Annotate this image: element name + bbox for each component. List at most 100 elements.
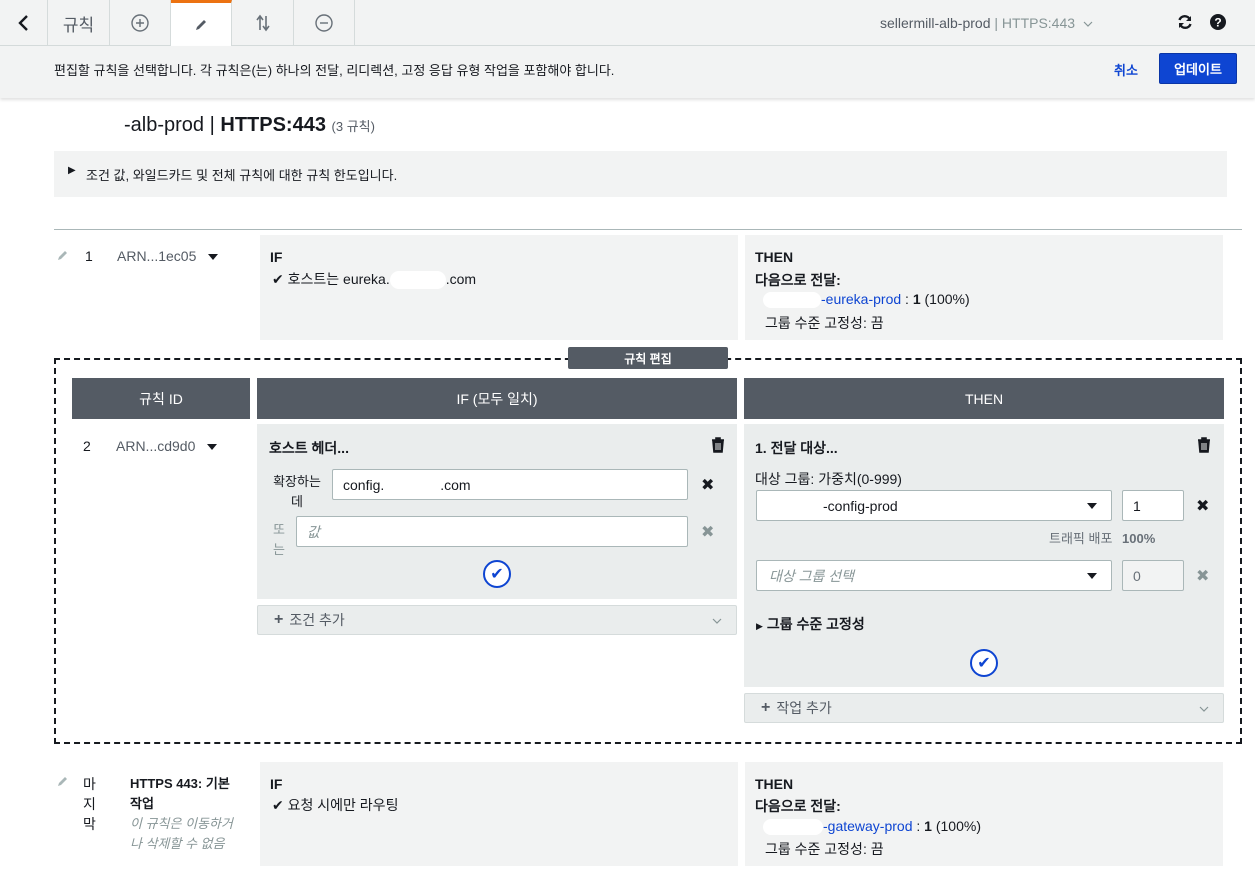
value-input[interactable]: 값 — [296, 516, 688, 547]
remove-target-icon[interactable]: ✖ — [1196, 566, 1209, 586]
reorder-rules-button[interactable] — [232, 0, 294, 46]
refresh-icon — [1178, 14, 1192, 30]
trash-icon[interactable] — [1197, 437, 1211, 453]
add-condition-button[interactable]: + 조건 추가 — [257, 605, 737, 635]
col-header-then: THEN — [744, 378, 1224, 419]
if-label: IF — [270, 249, 283, 265]
caret-down-icon — [1087, 573, 1097, 579]
host-value-field[interactable]: config. .com — [332, 469, 688, 500]
caret-down-icon — [207, 444, 218, 451]
add-rule-button[interactable] — [110, 0, 171, 46]
pencil-icon — [58, 251, 67, 260]
or-label: 또는 — [273, 522, 285, 557]
weight: 1 — [912, 291, 921, 307]
target-group-link[interactable]: -gateway-prod — [823, 818, 913, 834]
default-rule-name: HTTPS 443: 기본 작업 — [130, 776, 230, 811]
delete-rule-button[interactable] — [294, 0, 355, 46]
traffic-distribution: 트래픽 배포 100% — [1049, 528, 1155, 547]
condition-title: 호스트 헤더... — [269, 440, 349, 456]
limits-expander[interactable]: ▶ 조건 값, 와일드카드 및 전체 규칙에 대한 규칙 한도입니다. — [54, 151, 1227, 197]
tab-rules[interactable]: 규칙 — [48, 0, 110, 46]
traffic-value: 100% — [1122, 531, 1156, 546]
divider — [54, 229, 1242, 230]
cancel-button[interactable]: 취소 — [1114, 60, 1138, 79]
trash-icon[interactable] — [711, 437, 725, 453]
weight-pct: (100%) — [935, 818, 981, 834]
target-group-select[interactable]: -config-prod — [756, 490, 1112, 521]
remove-target-icon[interactable]: ✖ — [1196, 496, 1209, 516]
rule1-target: -eureka-prod : 1 (100%) — [763, 291, 970, 309]
confirm-condition-button[interactable]: ✔ — [483, 560, 511, 588]
default-then-panel: THEN 다음으로 전달: -gateway-prod : 1 (100%) 그… — [745, 762, 1223, 866]
extends-label: 확장하는 데 — [273, 474, 321, 509]
action-label: 다음으로 전달: — [755, 272, 841, 288]
action-editor: 1. 전달 대상... 대상 그룹: 가중치(0-999) -config-pr… — [744, 424, 1224, 687]
back-button[interactable] — [0, 0, 48, 46]
redacted-block — [763, 819, 823, 836]
condition-text: 요청 시에만 라우팅 — [287, 797, 399, 813]
stickiness: 그룹 수준 고정성: 끔 — [765, 315, 884, 331]
traffic-label: 트래픽 배포 — [1049, 531, 1113, 546]
reorder-icon — [255, 14, 270, 32]
rule-number: 마지막 — [83, 776, 96, 832]
caret-down-icon — [208, 254, 219, 261]
col-header-if: IF (모두 일치) — [257, 378, 737, 419]
condition-prefix: 호스트는 eureka. — [287, 271, 390, 287]
then-label: THEN — [755, 776, 794, 792]
add-condition-label: 조건 추가 — [289, 612, 345, 628]
caret-right-icon: ▶ — [756, 621, 763, 631]
redacted-block — [763, 292, 821, 309]
rule-arn-dropdown[interactable]: ARN...1ec05 — [117, 248, 219, 264]
confirm-action-button[interactable]: ✔ — [970, 649, 998, 677]
caret-down-icon — [1087, 503, 1097, 509]
value-placeholder: 값 — [307, 523, 320, 540]
plus-circle-icon — [131, 14, 149, 32]
col-header-rule-id: 규칙 ID — [72, 378, 250, 419]
stickiness-toggle[interactable]: ▶ 그룹 수준 고정성 — [756, 614, 865, 634]
help-button[interactable]: ? — [1209, 13, 1227, 34]
rule-arn-dropdown[interactable]: ARN...cd9d0 — [116, 438, 218, 454]
update-button[interactable]: 업데이트 — [1159, 53, 1237, 84]
action-bar: 편집할 규칙을 선택합니다. 각 규칙은(는) 하나의 전달, 리디렉션, 고정… — [0, 46, 1255, 98]
add-action-button[interactable]: + 작업 추가 — [744, 693, 1224, 723]
rule1-then-panel: THEN 다음으로 전달: -eureka-prod : 1 (100%) 그룹… — [745, 235, 1223, 340]
host-value-suffix: .com — [440, 476, 471, 493]
chevron-left-icon — [17, 15, 28, 31]
page-title: -alb-prod | HTTPS:443 (3 규칙) — [72, 114, 375, 137]
rule-number: 1 — [85, 248, 93, 264]
condition-suffix: .com — [445, 271, 477, 287]
listener-port: HTTPS:443 — [1001, 15, 1076, 31]
page-title-suffix: -alb-prod — [124, 114, 205, 136]
edit-rule-button[interactable] — [171, 0, 232, 46]
target-group-link[interactable]: -eureka-prod — [821, 291, 901, 307]
instruction-text: 편집할 규칙을 선택합니다. 각 규칙은(는) 하나의 전달, 리디렉션, 고정… — [54, 63, 615, 78]
action-title: 1. 전달 대상... — [755, 440, 838, 456]
target-group-label: 대상 그룹: 가중치(0-999) — [755, 471, 902, 487]
remove-value-icon[interactable]: ✖ — [701, 522, 714, 542]
rule-arn: ARN...1ec05 — [117, 248, 197, 264]
rule-arn: ARN...cd9d0 — [116, 438, 196, 454]
limits-note: 조건 값, 와일드카드 및 전체 규칙에 대한 규칙 한도입니다. — [86, 168, 398, 183]
plus-icon: + — [761, 699, 771, 716]
then-label: THEN — [755, 249, 794, 265]
help-icon: ? — [1210, 14, 1226, 30]
tab-rules-label: 규칙 — [62, 15, 95, 35]
default-target: -gateway-prod : 1 (100%) — [763, 818, 981, 836]
title-separator: | — [209, 114, 215, 136]
target-group-select-empty[interactable]: 대상 그룹 선택 — [756, 560, 1112, 591]
pencil-icon — [58, 777, 67, 786]
listener-selector[interactable]: sellermill-alb-prod | HTTPS:443 — [880, 15, 1093, 31]
chevron-down-icon — [1199, 706, 1209, 712]
rule1-condition: ✔ 호스트는 eureka. .com — [272, 269, 477, 290]
add-action-label: 작업 추가 — [776, 700, 832, 716]
remove-value-icon[interactable]: ✖ — [701, 475, 714, 495]
weight: 1 — [924, 818, 932, 834]
stickiness-toggle-label: 그룹 수준 고정성 — [766, 616, 865, 632]
refresh-button[interactable] — [1176, 13, 1194, 34]
redacted-block — [389, 271, 446, 290]
weight-input-empty[interactable]: 0 — [1122, 560, 1184, 591]
edit-badge: 규칙 편집 — [568, 347, 728, 369]
minus-circle-icon — [315, 14, 333, 32]
default-condition: ✔ 요청 시에만 라우팅 — [272, 795, 398, 815]
weight-input[interactable]: 1 — [1122, 490, 1184, 521]
